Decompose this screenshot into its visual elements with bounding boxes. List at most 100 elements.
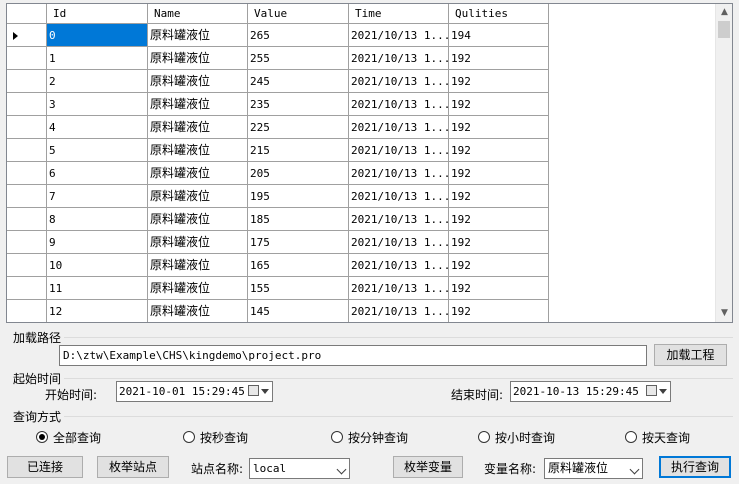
cell-id[interactable]: 1 [47,47,148,70]
cell-value[interactable]: 155 [248,277,349,300]
radio-by-day[interactable] [625,431,637,443]
cell-name[interactable]: 原料罐液位 [148,185,248,208]
cell-time[interactable]: 2021/10/13 1... [349,93,449,116]
row-header[interactable] [7,277,47,300]
cell-id[interactable]: 4 [47,116,148,139]
load-project-button[interactable]: 加载工程 [654,344,727,366]
cell-id[interactable]: 6 [47,162,148,185]
cell-value[interactable]: 245 [248,70,349,93]
cell-quality[interactable]: 192 [449,70,549,93]
radio-by-hour[interactable] [478,431,490,443]
cell-name[interactable]: 原料罐液位 [148,254,248,277]
connected-button[interactable]: 已连接 [7,456,83,478]
cell-time[interactable]: 2021/10/13 1... [349,47,449,70]
var-name-select[interactable]: 原料罐液位 [544,458,643,479]
column-header-value[interactable]: Value [248,4,349,24]
chevron-down-icon[interactable] [629,464,640,475]
cell-quality[interactable]: 192 [449,93,549,116]
cell-name[interactable]: 原料罐液位 [148,231,248,254]
cell-quality[interactable]: 192 [449,116,549,139]
cell-id[interactable]: 7 [47,185,148,208]
cell-quality[interactable]: 194 [449,24,549,47]
cell-name[interactable]: 原料罐液位 [148,139,248,162]
column-header-time[interactable]: Time [349,4,449,24]
cell-name[interactable]: 原料罐液位 [148,277,248,300]
cell-quality[interactable]: 192 [449,139,549,162]
enum-sites-button[interactable]: 枚举站点 [97,456,169,478]
cell-value[interactable]: 235 [248,93,349,116]
cell-value[interactable]: 175 [248,231,349,254]
cell-time[interactable]: 2021/10/13 1... [349,162,449,185]
radio-by-day-label[interactable]: 按天查询 [642,429,690,446]
cell-value[interactable]: 225 [248,116,349,139]
cell-time[interactable]: 2021/10/13 1... [349,24,449,47]
cell-id[interactable]: 3 [47,93,148,116]
row-header[interactable] [7,139,47,162]
calendar-icon[interactable] [646,385,657,396]
cell-value[interactable]: 215 [248,139,349,162]
scroll-thumb[interactable] [718,21,730,38]
cell-time[interactable]: 2021/10/13 1... [349,254,449,277]
scroll-up-icon[interactable]: ▲ [716,4,732,21]
cell-quality[interactable]: 192 [449,300,549,322]
calendar-icon[interactable] [248,385,259,396]
cell-name[interactable]: 原料罐液位 [148,93,248,116]
radio-by-minute[interactable] [331,431,343,443]
radio-all-query-label[interactable]: 全部查询 [53,429,101,446]
radio-by-second[interactable] [183,431,195,443]
cell-name[interactable]: 原料罐液位 [148,208,248,231]
cell-name[interactable]: 原料罐液位 [148,162,248,185]
end-time-picker[interactable]: 2021-10-13 15:29:45 [510,381,671,402]
cell-id[interactable]: 9 [47,231,148,254]
row-header[interactable] [7,93,47,116]
cell-name[interactable]: 原料罐液位 [148,300,248,322]
chevron-down-icon[interactable] [336,464,347,475]
column-header-id[interactable]: Id [47,4,148,24]
site-name-select[interactable]: local [249,458,350,479]
cell-value[interactable]: 165 [248,254,349,277]
cell-value[interactable]: 195 [248,185,349,208]
vertical-scrollbar[interactable]: ▲ ▼ [715,4,732,322]
enum-vars-button[interactable]: 枚举变量 [393,456,463,478]
cell-time[interactable]: 2021/10/13 1... [349,116,449,139]
start-time-picker[interactable]: 2021-10-01 15:29:45 [116,381,273,402]
row-header[interactable] [7,116,47,139]
cell-quality[interactable]: 192 [449,47,549,70]
radio-all-query[interactable] [36,431,48,443]
cell-time[interactable]: 2021/10/13 1... [349,70,449,93]
row-header[interactable] [7,24,47,47]
cell-value[interactable]: 205 [248,162,349,185]
scroll-down-icon[interactable]: ▼ [716,305,732,322]
column-header-name[interactable]: Name [148,4,248,24]
chevron-down-icon[interactable] [261,389,269,394]
cell-name[interactable]: 原料罐液位 [148,70,248,93]
column-header-qualities[interactable]: Qulities [449,4,549,24]
cell-value[interactable]: 185 [248,208,349,231]
data-grid[interactable]: Id Name Value Time Qulities 0 原料罐液位 265 202… [6,3,733,323]
cell-quality[interactable]: 192 [449,185,549,208]
cell-quality[interactable]: 192 [449,162,549,185]
cell-time[interactable]: 2021/10/13 1... [349,300,449,322]
row-header[interactable] [7,254,47,277]
radio-by-second-label[interactable]: 按秒查询 [200,429,248,446]
cell-quality[interactable]: 192 [449,277,549,300]
cell-name[interactable]: 原料罐液位 [148,116,248,139]
cell-id[interactable]: 2 [47,70,148,93]
cell-id[interactable]: 8 [47,208,148,231]
row-header[interactable] [7,47,47,70]
cell-quality[interactable]: 192 [449,208,549,231]
cell-id[interactable]: 5 [47,139,148,162]
cell-name[interactable]: 原料罐液位 [148,24,248,47]
radio-by-hour-label[interactable]: 按小时查询 [495,429,555,446]
row-header[interactable] [7,208,47,231]
chevron-down-icon[interactable] [659,389,667,394]
cell-quality[interactable]: 192 [449,231,549,254]
cell-id[interactable]: 0 [47,24,148,47]
cell-name[interactable]: 原料罐液位 [148,47,248,70]
cell-time[interactable]: 2021/10/13 1... [349,231,449,254]
cell-id[interactable]: 10 [47,254,148,277]
radio-by-minute-label[interactable]: 按分钟查询 [348,429,408,446]
project-path-field[interactable]: D:\ztw\Example\CHS\kingdemo\project.pro [59,345,647,366]
cell-time[interactable]: 2021/10/13 1... [349,139,449,162]
row-header[interactable] [7,162,47,185]
